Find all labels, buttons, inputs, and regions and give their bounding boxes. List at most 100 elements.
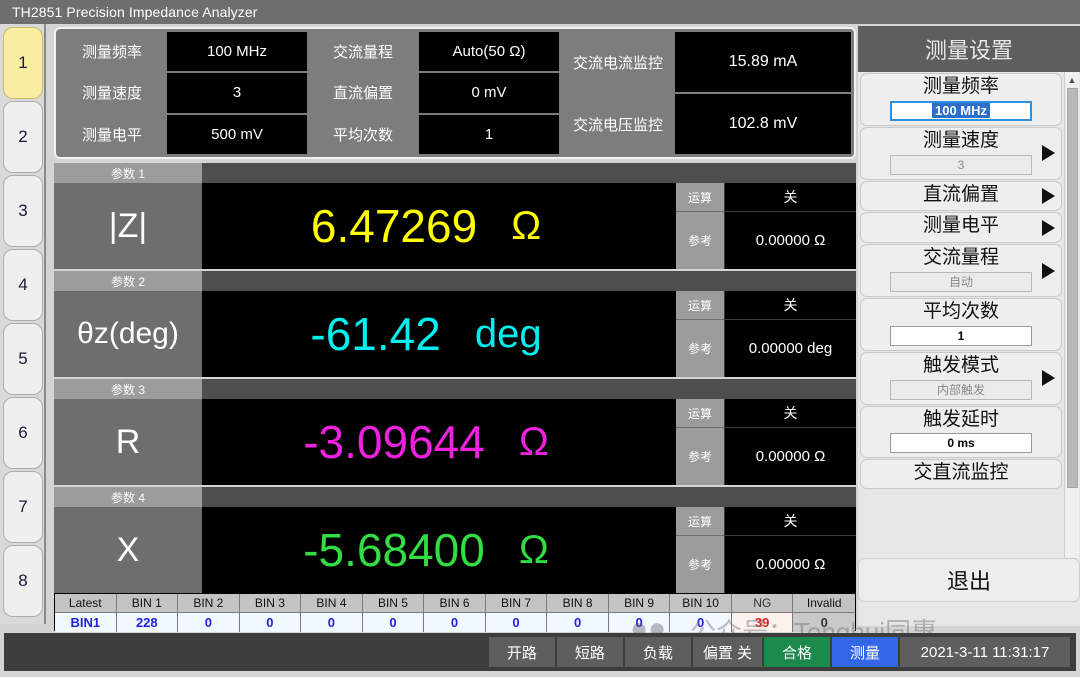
page-tab-1[interactable]: 1 [3, 27, 43, 99]
bin-column: Invalid0 [793, 594, 855, 632]
bottom-button-1[interactable]: 短路 [557, 637, 623, 667]
parameter-value: -5.68400 [303, 527, 485, 573]
settings-scrollbar[interactable]: ▲ ▼ [1064, 72, 1079, 575]
reference-value[interactable]: 0.00000 deg [724, 319, 856, 377]
settings-item-value[interactable]: 内部触发 [890, 380, 1032, 400]
settings-item-7[interactable]: 触发延时0 ms [860, 406, 1062, 459]
setting-value[interactable]: 0 mV [419, 73, 559, 112]
monitor-value: 15.89 mA [675, 32, 851, 92]
settings-item-5[interactable]: 平均次数1 [860, 298, 1062, 351]
parameter-unit: Ω [519, 422, 549, 462]
chevron-right-icon[interactable] [1042, 145, 1055, 161]
parameter-row-body: |Z|6.47269Ω运算关参考0.00000 Ω [54, 183, 856, 269]
bottom-button-3[interactable]: 偏置 关 [693, 637, 762, 667]
bin-column: BIN 70 [486, 594, 548, 632]
parameter-unit: Ω [519, 530, 549, 570]
bottom-button-5[interactable]: 测量 [832, 637, 898, 667]
exit-button[interactable]: 退出 [858, 558, 1080, 602]
scrollbar-thumb[interactable] [1067, 88, 1078, 488]
reference-value[interactable]: 0.00000 Ω [724, 535, 856, 593]
settings-item-input[interactable]: 0 ms [890, 433, 1032, 453]
parameter-tag: 参数 2 [54, 271, 202, 291]
settings-item-input[interactable]: 1 [890, 326, 1032, 346]
measurement-settings-grid: 测量频率100 MHz交流量程Auto(50 Ω)测量速度3直流偏置0 mV测量… [59, 32, 559, 154]
bin-header: BIN 2 [178, 594, 239, 613]
reference-value[interactable]: 0.00000 Ω [724, 427, 856, 485]
parameter-side-panel: 运算关参考0.00000 Ω [676, 183, 856, 269]
bin-value: 0 [178, 613, 239, 632]
bottom-button-4[interactable]: 合格 [764, 637, 830, 667]
settings-item-8[interactable]: 交直流监控 [860, 459, 1062, 489]
bin-value: 0 [363, 613, 424, 632]
setting-value[interactable]: 500 mV [167, 115, 307, 154]
parameter-readout: -61.42deg [202, 291, 676, 377]
parameter-tag: 参数 4 [54, 487, 202, 507]
parameter-symbol[interactable]: R [54, 399, 202, 485]
settings-item-input[interactable]: 100 MHz [890, 101, 1032, 121]
bin-value: 0 [547, 613, 608, 632]
parameter-row-header: 参数 4 [54, 487, 856, 507]
bin-value: 0 [240, 613, 301, 632]
bin-header: BIN 4 [301, 594, 362, 613]
setting-label: 测量电平 [59, 115, 165, 154]
bin-column: BIN 40 [301, 594, 363, 632]
page-tab-4[interactable]: 4 [3, 249, 43, 321]
settings-item-0[interactable]: 测量频率100 MHz [860, 73, 1062, 126]
bottom-button-0[interactable]: 开路 [489, 637, 555, 667]
settings-item-2[interactable]: 直流偏置 [860, 181, 1062, 212]
parameter-row: 参数 2θz(deg)-61.42deg运算关参考0.00000 deg [54, 271, 856, 377]
parameter-value: 6.47269 [311, 203, 477, 249]
parameter-symbol[interactable]: X [54, 507, 202, 593]
page-tab-label: 6 [18, 423, 27, 443]
operation-label: 运算 [676, 183, 724, 211]
chevron-right-icon[interactable] [1042, 220, 1055, 236]
page-tab-label: 2 [18, 127, 27, 147]
parameter-symbol[interactable]: θz(deg) [54, 291, 202, 377]
page-tab-3[interactable]: 3 [3, 175, 43, 247]
bin-column: BIN 80 [547, 594, 609, 632]
exit-button-label: 退出 [947, 564, 991, 596]
operation-value[interactable]: 关 [724, 183, 856, 211]
chevron-right-icon[interactable] [1042, 263, 1055, 279]
operation-value[interactable]: 关 [724, 291, 856, 319]
window-title: TH2851 Precision Impedance Analyzer [12, 4, 258, 20]
settings-item-1[interactable]: 测量速度3 [860, 127, 1062, 180]
operation-value[interactable]: 关 [724, 399, 856, 427]
settings-item-value[interactable]: 3 [890, 155, 1032, 175]
bin-value: 0 [670, 613, 731, 632]
scroll-up-icon[interactable]: ▲ [1065, 72, 1079, 87]
setting-value[interactable]: Auto(50 Ω) [419, 32, 559, 71]
reference-label: 参考 [676, 211, 724, 269]
parameter-row: 参数 1|Z|6.47269Ω运算关参考0.00000 Ω [54, 163, 856, 269]
bin-value: 0 [301, 613, 362, 632]
parameter-readout: 6.47269Ω [202, 183, 676, 269]
bottom-status-bar: 开路短路负载偏置 关合格测量 2021-3-11 11:31:17 [4, 633, 1076, 671]
parameter-row-body: X-5.68400Ω运算关参考0.00000 Ω [54, 507, 856, 593]
measurement-header-panel: 测量频率100 MHz交流量程Auto(50 Ω)测量速度3直流偏置0 mV测量… [54, 27, 856, 159]
settings-item-3[interactable]: 测量电平 [860, 212, 1062, 243]
parameter-unit: deg [475, 314, 542, 354]
chevron-right-icon[interactable] [1042, 370, 1055, 386]
page-tab-label: 3 [18, 201, 27, 221]
parameter-row-body: R-3.09644Ω运算关参考0.00000 Ω [54, 399, 856, 485]
page-tab-7[interactable]: 7 [3, 471, 43, 543]
settings-item-value[interactable]: 自动 [890, 272, 1032, 292]
operation-value[interactable]: 关 [724, 507, 856, 535]
settings-item-label: 测量频率 [923, 76, 999, 99]
bottom-button-2[interactable]: 负载 [625, 637, 691, 667]
setting-value[interactable]: 3 [167, 73, 307, 112]
page-tab-8[interactable]: 8 [3, 545, 43, 617]
setting-value[interactable]: 100 MHz [167, 32, 307, 71]
reference-value[interactable]: 0.00000 Ω [724, 211, 856, 269]
parameter-symbol[interactable]: |Z| [54, 183, 202, 269]
setting-label: 交流量程 [309, 32, 417, 71]
page-tab-5[interactable]: 5 [3, 323, 43, 395]
settings-item-6[interactable]: 触发模式内部触发 [860, 352, 1062, 405]
chevron-right-icon[interactable] [1042, 188, 1055, 204]
reference-label: 参考 [676, 535, 724, 593]
bin-header: BIN 8 [547, 594, 608, 613]
page-tab-6[interactable]: 6 [3, 397, 43, 469]
settings-item-4[interactable]: 交流量程自动 [860, 244, 1062, 297]
page-tab-2[interactable]: 2 [3, 101, 43, 173]
setting-value[interactable]: 1 [419, 115, 559, 154]
